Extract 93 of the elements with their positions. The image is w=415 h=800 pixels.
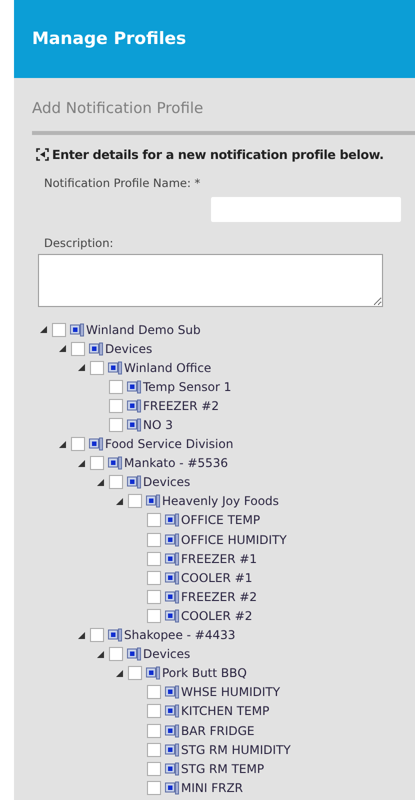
checkbox[interactable] (109, 398, 123, 413)
device-icon (70, 322, 84, 337)
tree-item-label[interactable]: OFFICE HUMIDITY (181, 532, 287, 547)
checkbox[interactable] (52, 322, 66, 337)
tree-item-label[interactable]: COOLER #2 (181, 608, 252, 623)
device-icon (89, 437, 103, 452)
device-icon (127, 380, 141, 394)
checkbox[interactable] (109, 380, 123, 394)
checkbox[interactable] (71, 342, 85, 356)
name-input[interactable] (211, 197, 401, 222)
checkbox[interactable] (90, 360, 104, 375)
device-icon (108, 628, 122, 642)
device-icon (165, 570, 179, 585)
collapse-icon[interactable] (58, 345, 66, 352)
device-icon (165, 513, 179, 528)
device-icon (165, 532, 179, 547)
tree-item-label[interactable]: STG RM HUMIDITY (181, 742, 291, 757)
checkbox[interactable] (147, 532, 161, 547)
tree-item-label[interactable]: Devices (143, 475, 190, 490)
checkbox[interactable] (90, 628, 104, 642)
device-icon (165, 742, 179, 757)
instruction-text: Enter details for a new notification profile below. (52, 147, 384, 162)
tree-item-label[interactable]: Devices (105, 342, 152, 356)
device-icon (165, 685, 179, 700)
checkbox[interactable] (71, 437, 85, 452)
checkbox[interactable] (147, 608, 161, 623)
checkbox[interactable] (128, 494, 142, 508)
checkbox[interactable] (147, 513, 161, 528)
collapse-icon[interactable] (78, 460, 84, 467)
description-input[interactable] (38, 254, 383, 307)
device-icon (127, 418, 141, 432)
tree-item-label[interactable]: COOLER #1 (181, 570, 252, 585)
device-icon (127, 647, 141, 662)
tree-item-label[interactable]: FREEZER #1 (181, 552, 258, 566)
checkbox[interactable] (147, 704, 161, 718)
checkbox[interactable] (147, 780, 161, 795)
device-icon (127, 398, 141, 413)
device-icon (165, 704, 179, 718)
checkbox[interactable] (109, 475, 123, 490)
tree-item-label[interactable]: MINI FRZR (181, 780, 244, 795)
tree-item-label[interactable]: FREEZER #2 (143, 398, 220, 413)
tree-item-label[interactable]: BAR FRIDGE (181, 724, 254, 738)
tree-item-label[interactable]: NO 3 (143, 418, 173, 432)
tree-item-label[interactable]: Food Service Division (105, 437, 234, 452)
collapse-icon[interactable] (96, 478, 104, 486)
tree-item-label[interactable]: Devices (143, 647, 190, 662)
collapse-icon[interactable] (96, 650, 104, 658)
device-icon (146, 666, 160, 680)
checkbox[interactable] (147, 742, 161, 757)
checkbox[interactable] (109, 647, 123, 662)
device-icon (89, 342, 103, 356)
tree-item-label[interactable]: FREEZER #2 (181, 590, 258, 604)
device-icon (165, 724, 179, 738)
tree-item-label[interactable]: Temp Sensor 1 (143, 380, 232, 394)
tree-item-label[interactable]: Shakopee - #4433 (124, 628, 236, 642)
tree-item-label[interactable]: Winland Office (124, 360, 212, 375)
collapse-icon[interactable] (40, 326, 46, 334)
field-label: Description: (44, 236, 114, 250)
collapse-icon[interactable] (58, 440, 66, 448)
focus-icon (36, 148, 49, 161)
section-title: Add Notification Profile (32, 99, 204, 119)
collapse-icon[interactable] (116, 498, 122, 505)
device-icon (165, 552, 179, 566)
tree-item-label[interactable]: Heavenly Joy Foods (162, 494, 279, 508)
device-icon (165, 608, 179, 623)
collapse-icon[interactable] (78, 364, 84, 372)
device-icon (108, 360, 122, 375)
tree-item-label[interactable]: KITCHEN TEMP (181, 704, 270, 718)
page-title: Manage Profiles (32, 29, 186, 49)
device-icon (108, 456, 122, 470)
tree-item-label[interactable]: Mankato - #5536 (124, 456, 228, 470)
tree-item-label[interactable]: WHSE HUMIDITY (181, 685, 280, 700)
checkbox[interactable] (147, 570, 161, 585)
checkbox[interactable] (147, 552, 161, 566)
collapse-icon[interactable] (78, 632, 84, 639)
checkbox[interactable] (128, 666, 142, 680)
device-icon (127, 475, 141, 490)
tree-item-label[interactable]: Winland Demo Sub (86, 322, 201, 337)
collapse-icon[interactable] (116, 670, 122, 677)
checkbox[interactable] (90, 456, 104, 470)
tree-item-label[interactable]: Pork Butt BBQ (162, 666, 247, 680)
checkbox[interactable] (147, 685, 161, 700)
device-icon (165, 780, 179, 795)
field-label: Notification Profile Name: * (44, 176, 202, 190)
device-icon (165, 762, 179, 776)
checkbox[interactable] (147, 762, 161, 776)
checkbox[interactable] (109, 418, 123, 432)
checkbox[interactable] (147, 724, 161, 738)
tree-item-label[interactable]: OFFICE TEMP (181, 513, 260, 528)
device-icon (165, 590, 179, 604)
tree-item-label[interactable]: STG RM TEMP (181, 762, 264, 776)
device-icon (146, 494, 160, 508)
checkbox[interactable] (147, 590, 161, 604)
